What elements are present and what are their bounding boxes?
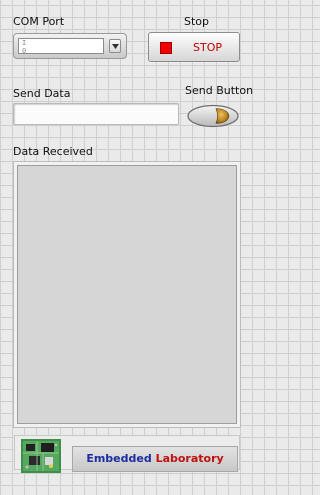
com-port-field[interactable]: I0: [18, 38, 104, 55]
stop-button[interactable]: STOP: [148, 32, 240, 62]
com-port-dropdown-button[interactable]: [109, 39, 121, 53]
data-received-frame: [13, 161, 241, 428]
data-received-label: Data Received: [13, 145, 93, 158]
stop-indicator: [160, 42, 172, 54]
send-data-input[interactable]: [13, 103, 179, 125]
stop-button-text: STOP: [193, 41, 222, 54]
com-port-selector[interactable]: I0: [13, 33, 127, 59]
lab-word-laboratory: Laboratory: [155, 452, 224, 465]
send-button[interactable]: [186, 104, 240, 128]
send-data-label: Send Data: [13, 87, 71, 100]
chevron-down-icon: [112, 44, 119, 49]
lab-word-embedded: Embedded: [86, 452, 152, 465]
com-port-label: COM Port: [13, 15, 65, 28]
embedded-laboratory-button[interactable]: Embedded Laboratory: [72, 446, 238, 472]
circuit-board-icon: [21, 439, 61, 473]
send-button-label: Send Button: [185, 84, 254, 97]
io-resource-icon: I0: [22, 39, 27, 55]
data-received-display[interactable]: [17, 165, 237, 424]
stop-label: Stop: [184, 15, 210, 28]
